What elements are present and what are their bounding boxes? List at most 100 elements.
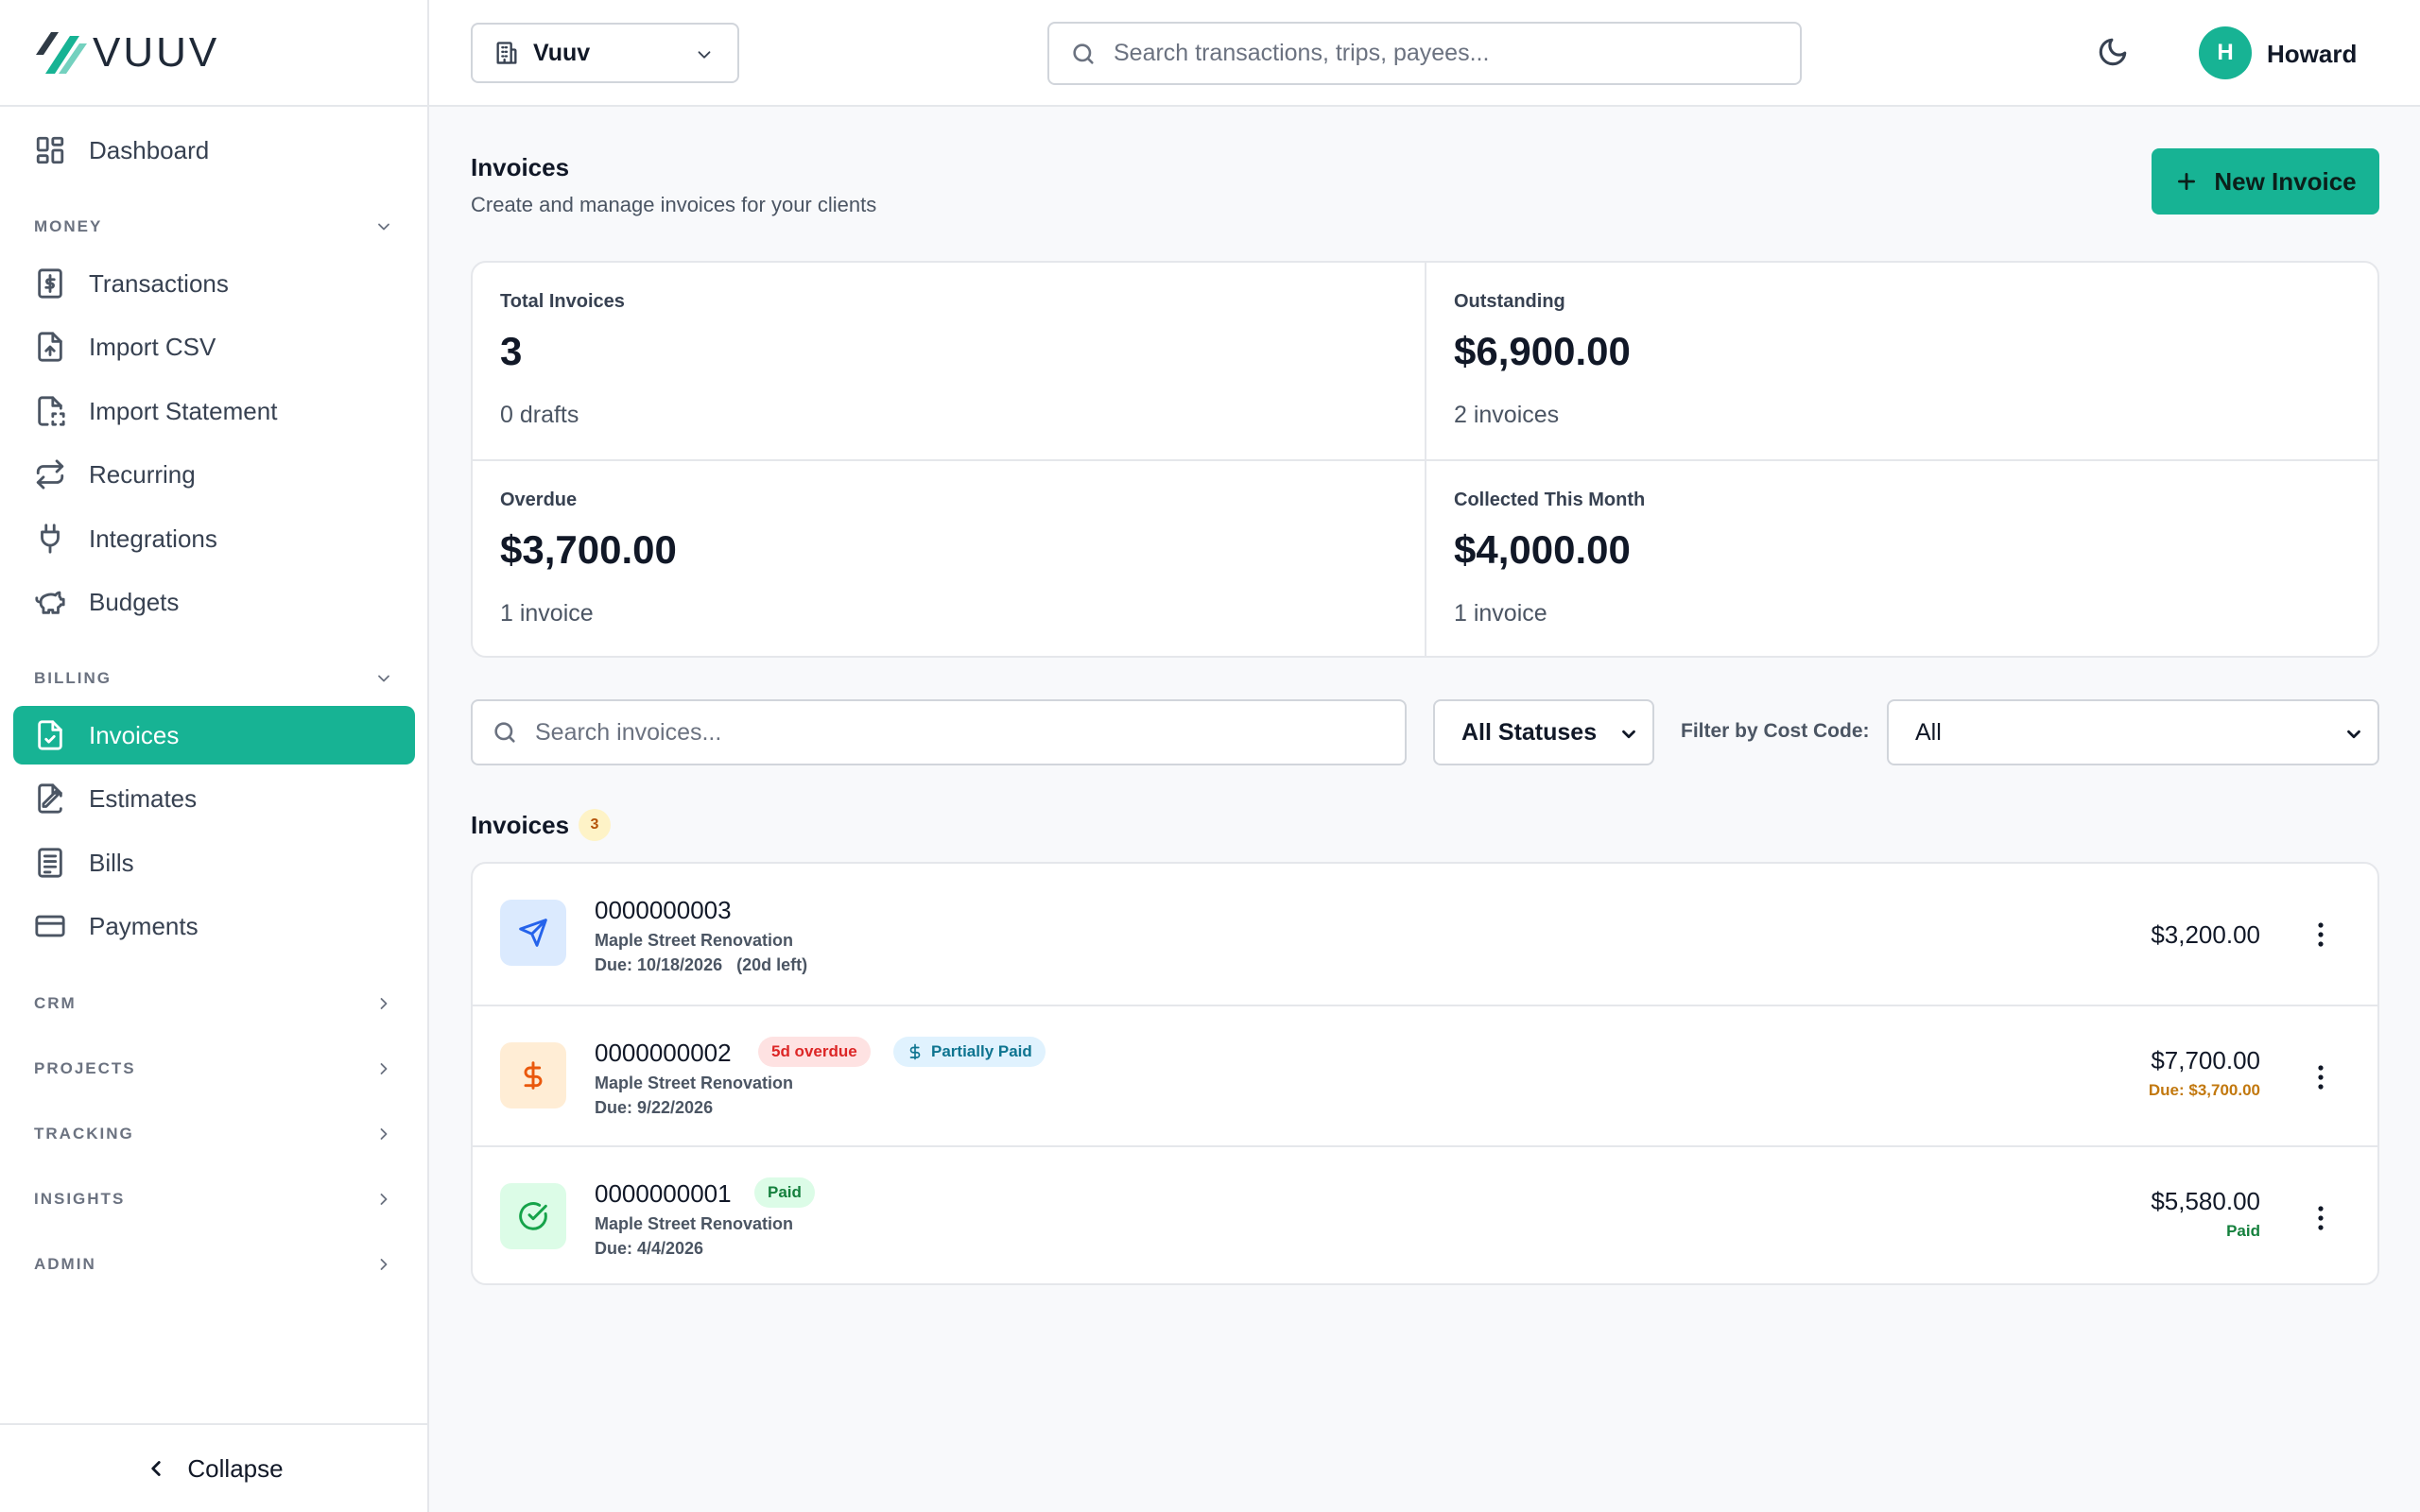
more-vertical-icon[interactable] xyxy=(2311,1204,2330,1232)
section-label: ADMIN xyxy=(34,1255,96,1273)
search-icon xyxy=(494,722,515,743)
section-label: BILLING xyxy=(34,669,112,687)
invoice-amount: $5,580.00 xyxy=(2151,1187,2260,1215)
global-search-input[interactable] xyxy=(1114,40,1775,67)
stat-sub: 1 invoice xyxy=(1454,600,1547,627)
sidebar-item-label: Import CSV xyxy=(89,332,216,361)
credit-card-icon xyxy=(35,915,65,937)
dollar-icon xyxy=(524,1061,543,1090)
sidebar-item-import-statement[interactable]: Import Statement xyxy=(13,382,415,440)
invoice-search-input[interactable] xyxy=(535,718,1386,747)
sidebar-item-budgets[interactable]: Budgets xyxy=(13,573,415,631)
section-money[interactable]: MONEY xyxy=(34,217,393,236)
dollar-doc-icon xyxy=(38,268,62,299)
invoice-number[interactable]: 0000000002 xyxy=(595,1039,732,1068)
section-label: TRACKING xyxy=(34,1125,134,1143)
section-billing[interactable]: BILLING xyxy=(34,669,393,688)
collapse-label: Collapse xyxy=(187,1453,284,1483)
send-icon xyxy=(519,919,547,947)
partially-paid-badge: Partially Paid xyxy=(893,1037,1046,1067)
stat-value: $3,700.00 xyxy=(500,527,677,572)
sidebar-item-recurring[interactable]: Recurring xyxy=(13,445,415,504)
chevron-down-icon xyxy=(378,675,389,682)
organization-select[interactable]: Vuuv xyxy=(471,23,739,83)
user-name[interactable]: Howard xyxy=(2267,40,2357,69)
plus-icon xyxy=(2178,173,2196,190)
invoice-number[interactable]: 0000000001 xyxy=(595,1179,732,1209)
stat-label: Total Invoices xyxy=(500,291,625,312)
file-check-icon xyxy=(38,720,62,750)
collapse-button[interactable]: Collapse xyxy=(0,1423,427,1512)
sidebar-item-payments[interactable]: Payments xyxy=(13,897,415,955)
sidebar-item-dashboard[interactable]: Dashboard xyxy=(13,121,415,180)
invoice-number[interactable]: 0000000003 xyxy=(595,896,732,925)
sidebar: VUUV Dashboard MONEY Transactions Import… xyxy=(0,0,429,1512)
section-admin[interactable]: ADMIN xyxy=(34,1255,393,1274)
new-invoice-button[interactable]: New Invoice xyxy=(2152,148,2379,215)
more-vertical-icon[interactable] xyxy=(2311,920,2330,949)
stat-overdue: Overdue $3,700.00 1 invoice xyxy=(473,461,1418,656)
logo-text: VUUV xyxy=(93,28,220,76)
repeat-icon xyxy=(36,459,64,490)
sidebar-item-estimates[interactable]: Estimates xyxy=(13,769,415,828)
stat-total-invoices: Total Invoices 3 0 drafts xyxy=(473,263,1418,459)
section-insights[interactable]: INSIGHTS xyxy=(34,1190,393,1209)
piggy-bank-icon xyxy=(35,591,65,614)
new-invoice-label: New Invoice xyxy=(2214,166,2357,196)
dashboard-icon xyxy=(36,136,64,164)
more-vertical-icon[interactable] xyxy=(2311,1063,2330,1091)
sidebar-item-integrations[interactable]: Integrations xyxy=(13,509,415,568)
page-subtitle: Create and manage invoices for your clie… xyxy=(471,193,877,216)
sidebar-item-invoices[interactable]: Invoices xyxy=(13,706,415,765)
status-filter-select[interactable]: All Statuses xyxy=(1433,699,1654,765)
theme-toggle[interactable] xyxy=(2097,36,2129,73)
topbar: Vuuv H Howard xyxy=(429,0,2420,107)
overdue-badge: 5d overdue xyxy=(758,1037,871,1067)
stat-label: Outstanding xyxy=(1454,291,1565,312)
invoice-list: 0000000003 Maple Street Renovation Due: … xyxy=(471,862,2379,1285)
sidebar-item-label: Invoices xyxy=(89,720,180,749)
chevron-right-icon xyxy=(380,1128,388,1140)
sidebar-item-import-csv[interactable]: Import CSV xyxy=(13,318,415,376)
stat-value: $4,000.00 xyxy=(1454,527,1631,572)
due-note: (20d left) xyxy=(736,955,808,974)
sidebar-item-transactions[interactable]: Transactions xyxy=(13,254,415,313)
global-search[interactable] xyxy=(1047,22,1802,85)
cost-code-label: Filter by Cost Code: xyxy=(1681,720,1870,742)
chevron-right-icon xyxy=(380,1194,388,1205)
vuuv-logo-icon xyxy=(36,31,87,74)
invoice-count-badge: 3 xyxy=(579,809,611,841)
invoice-amount: $3,200.00 xyxy=(2151,920,2260,949)
invoice-due: Due: 10/18/2026 (20d left) xyxy=(595,955,807,975)
chevron-down-icon xyxy=(378,223,389,231)
section-crm[interactable]: CRM xyxy=(34,994,393,1013)
table-row[interactable]: 0000000002 5d overdue Partially Paid Map… xyxy=(473,1005,2377,1145)
invoice-amount: $7,700.00 xyxy=(2151,1046,2260,1074)
cost-code-select[interactable]: All xyxy=(1887,699,2379,765)
sidebar-item-label: Integrations xyxy=(89,524,217,553)
table-row[interactable]: 0000000001 Paid Maple Street Renovation … xyxy=(473,1145,2377,1283)
invoice-due: Due: 4/4/2026 xyxy=(595,1239,704,1258)
avatar[interactable]: H xyxy=(2199,26,2252,79)
logo[interactable]: VUUV xyxy=(0,0,427,107)
sidebar-item-label: Payments xyxy=(89,911,199,940)
cost-code-value: All xyxy=(1915,718,1942,746)
invoice-project: Maple Street Renovation xyxy=(595,931,794,950)
section-label: CRM xyxy=(34,994,77,1012)
section-tracking[interactable]: TRACKING xyxy=(34,1125,393,1143)
badge-label: Partially Paid xyxy=(931,1042,1032,1060)
dollar-icon xyxy=(909,1043,921,1060)
invoice-amount-due: Due: $3,700.00 xyxy=(2148,1081,2260,1099)
organization-name: Vuuv xyxy=(533,39,591,66)
stat-value: 3 xyxy=(500,329,523,373)
stat-sub: 2 invoices xyxy=(1454,402,1560,428)
section-label: INSIGHTS xyxy=(34,1190,126,1208)
chevron-down-icon xyxy=(698,51,711,59)
section-projects[interactable]: PROJECTS xyxy=(34,1059,393,1078)
chevron-right-icon xyxy=(380,998,388,1009)
row-status-icon xyxy=(500,900,566,966)
sidebar-item-bills[interactable]: Bills xyxy=(13,833,415,892)
file-scan-icon xyxy=(38,396,65,426)
invoice-search[interactable] xyxy=(471,699,1407,765)
table-row[interactable]: 0000000003 Maple Street Renovation Due: … xyxy=(473,864,2377,1005)
